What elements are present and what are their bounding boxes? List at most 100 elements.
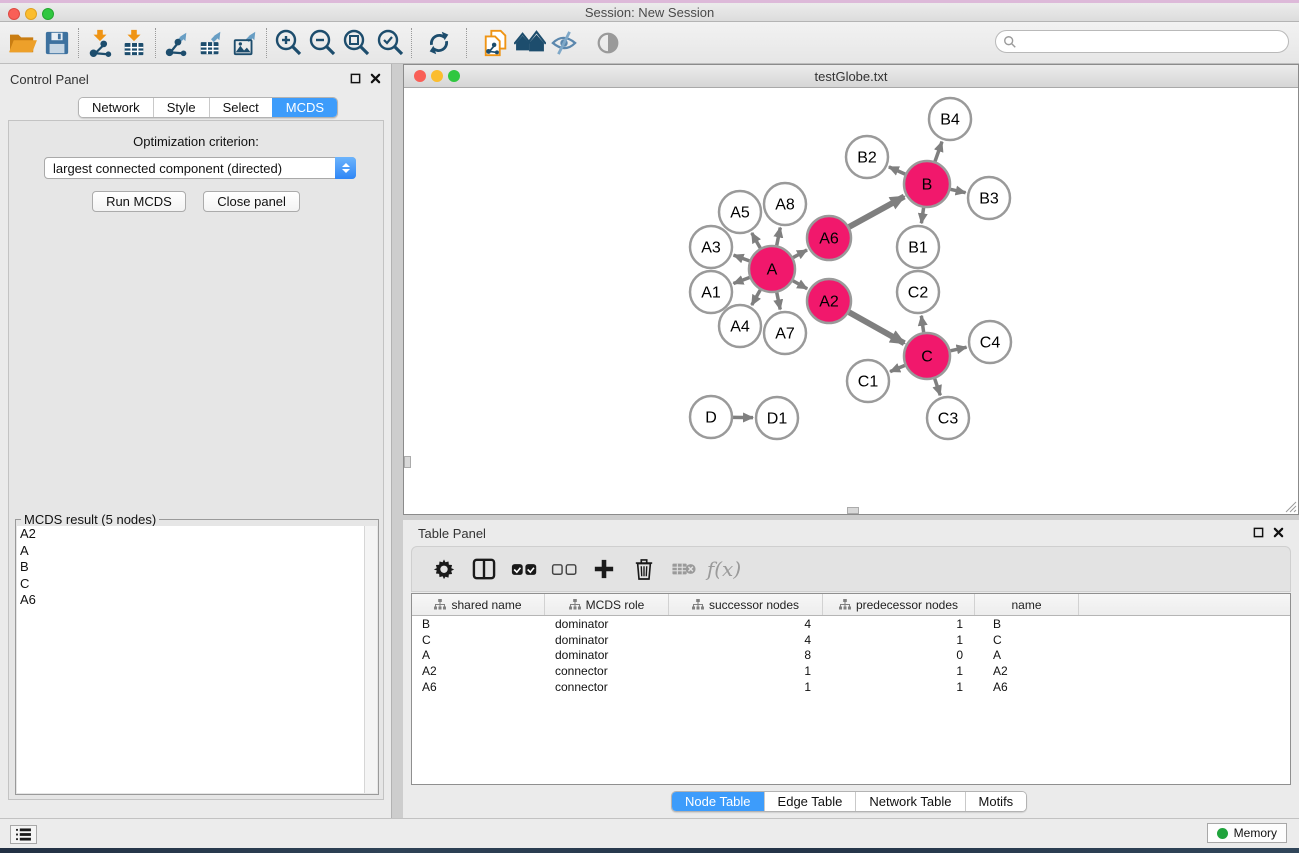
edge-A-A5[interactable] <box>752 233 761 248</box>
cell-name[interactable]: A <box>975 648 1079 662</box>
delete-column-button[interactable] <box>624 552 664 586</box>
edge-B-B3[interactable] <box>950 189 965 192</box>
cell-predecessor-nodes[interactable]: 1 <box>823 680 975 694</box>
cell-predecessor-nodes[interactable]: 1 <box>823 617 975 631</box>
edge-A-A6[interactable] <box>793 250 807 258</box>
node-C[interactable]: C <box>904 333 950 379</box>
delete-table-button[interactable] <box>664 552 704 586</box>
cell-predecessor-nodes[interactable]: 1 <box>823 633 975 647</box>
cell-shared-name[interactable]: B <box>412 617 545 631</box>
cell-shared-name[interactable]: A6 <box>412 680 545 694</box>
tab-node-table[interactable]: Node Table <box>672 792 764 811</box>
export-image-button[interactable] <box>228 27 262 59</box>
node-D1[interactable]: D1 <box>756 397 798 439</box>
node-A3[interactable]: A3 <box>690 226 732 268</box>
column-header-mcds-role[interactable]: MCDS role <box>545 594 669 615</box>
edge-A-A2[interactable] <box>793 281 807 289</box>
mcds-result-item[interactable]: C <box>17 576 364 593</box>
cell-mcds-role[interactable]: dominator <box>545 633 669 647</box>
table-settings-button[interactable] <box>424 552 464 586</box>
column-header-name[interactable]: name <box>975 594 1079 615</box>
tab-motifs[interactable]: Motifs <box>965 792 1027 811</box>
node-A1[interactable]: A1 <box>690 271 732 313</box>
mcds-result-item[interactable]: A6 <box>17 592 364 609</box>
node-D[interactable]: D <box>690 396 732 438</box>
mcds-result-item[interactable]: A2 <box>17 526 364 543</box>
node-A5[interactable]: A5 <box>719 191 761 233</box>
cell-successor-nodes[interactable]: 4 <box>669 633 823 647</box>
show-panels-button[interactable] <box>591 27 625 59</box>
zoom-out-button[interactable] <box>305 27 339 59</box>
cell-successor-nodes[interactable]: 1 <box>669 664 823 678</box>
table-row[interactable]: A6connector11A6 <box>412 679 1290 695</box>
node-C4[interactable]: C4 <box>969 321 1011 363</box>
edge-B-B4[interactable] <box>935 142 942 162</box>
edge-A-A1[interactable] <box>733 277 749 283</box>
zoom-selected-button[interactable] <box>373 27 407 59</box>
table-row[interactable]: Adominator80A <box>412 648 1290 664</box>
close-panel-icon[interactable] <box>1273 527 1284 538</box>
export-table-button[interactable] <box>194 27 228 59</box>
float-panel-icon[interactable] <box>350 73 361 84</box>
mcds-result-item[interactable]: A <box>17 543 364 560</box>
memory-button[interactable]: Memory <box>1207 823 1287 843</box>
cell-predecessor-nodes[interactable]: 0 <box>823 648 975 662</box>
edge-C-C3[interactable] <box>935 379 941 396</box>
edge-B-B1[interactable] <box>921 208 923 223</box>
cell-name[interactable]: A2 <box>975 664 1079 678</box>
edge-A-A8[interactable] <box>777 228 781 246</box>
cell-predecessor-nodes[interactable]: 1 <box>823 664 975 678</box>
export-network-button[interactable] <box>160 27 194 59</box>
cell-successor-nodes[interactable]: 1 <box>669 680 823 694</box>
node-B3[interactable]: B3 <box>968 177 1010 219</box>
table-row[interactable]: A2connector11A2 <box>412 663 1290 679</box>
open-session-button[interactable] <box>6 27 40 59</box>
column-view-button[interactable] <box>464 552 504 586</box>
node-A6[interactable]: A6 <box>807 216 851 260</box>
node-table[interactable]: shared nameMCDS rolesuccessor nodesprede… <box>411 593 1291 785</box>
cell-shared-name[interactable]: C <box>412 633 545 647</box>
import-network-button[interactable] <box>83 27 117 59</box>
close-panel-icon[interactable] <box>370 73 381 84</box>
close-panel-button[interactable]: Close panel <box>203 191 300 212</box>
node-C3[interactable]: C3 <box>927 397 969 439</box>
node-B[interactable]: B <box>904 161 950 207</box>
mcds-result-list[interactable]: A2ABCA6 <box>17 526 364 793</box>
edge-C-C2[interactable] <box>921 316 923 332</box>
float-panel-icon[interactable] <box>1253 527 1264 538</box>
deselect-all-checkboxes-button[interactable] <box>544 552 584 586</box>
column-header-shared-name[interactable]: shared name <box>412 594 545 615</box>
tab-select[interactable]: Select <box>209 98 272 117</box>
column-header-predecessor-nodes[interactable]: predecessor nodes <box>823 594 975 615</box>
table-row[interactable]: Bdominator41B <box>412 616 1290 632</box>
node-A4[interactable]: A4 <box>719 305 761 347</box>
edge-A-A7[interactable] <box>777 293 780 310</box>
tab-network-table[interactable]: Network Table <box>855 792 964 811</box>
mcds-result-scrollbar[interactable] <box>364 526 377 793</box>
table-row[interactable]: Cdominator41C <box>412 632 1290 648</box>
node-B2[interactable]: B2 <box>846 136 888 178</box>
run-mcds-button[interactable]: Run MCDS <box>92 191 186 212</box>
edge-C-C1[interactable] <box>890 365 905 371</box>
cell-successor-nodes[interactable]: 8 <box>669 648 823 662</box>
function-builder-button[interactable]: f(x) <box>704 552 744 586</box>
select-all-checkboxes-button[interactable] <box>504 552 544 586</box>
search-input[interactable] <box>1017 33 1288 51</box>
add-column-button[interactable] <box>584 552 624 586</box>
cell-name[interactable]: B <box>975 617 1079 631</box>
edge-A2-C[interactable] <box>849 312 904 343</box>
cell-mcds-role[interactable]: dominator <box>545 648 669 662</box>
canvas-bottom-scrollbar-thumb[interactable] <box>847 507 859 514</box>
duplicate-network-button[interactable] <box>479 27 513 59</box>
node-A[interactable]: A <box>749 246 795 292</box>
tab-mcds[interactable]: MCDS <box>272 98 337 117</box>
node-B4[interactable]: B4 <box>929 98 971 140</box>
import-table-button[interactable] <box>117 27 151 59</box>
node-A8[interactable]: A8 <box>764 183 806 225</box>
cell-successor-nodes[interactable]: 4 <box>669 617 823 631</box>
edge-A-A3[interactable] <box>734 255 750 261</box>
cell-name[interactable]: A6 <box>975 680 1079 694</box>
criterion-select[interactable]: largest connected component (directed) <box>44 157 356 179</box>
network-canvas[interactable]: AA1A2A3A4A5A6A7A8BB1B2B3B4CC1C2C3C4DD1 <box>404 88 1298 514</box>
edge-A6-B[interactable] <box>849 197 904 227</box>
